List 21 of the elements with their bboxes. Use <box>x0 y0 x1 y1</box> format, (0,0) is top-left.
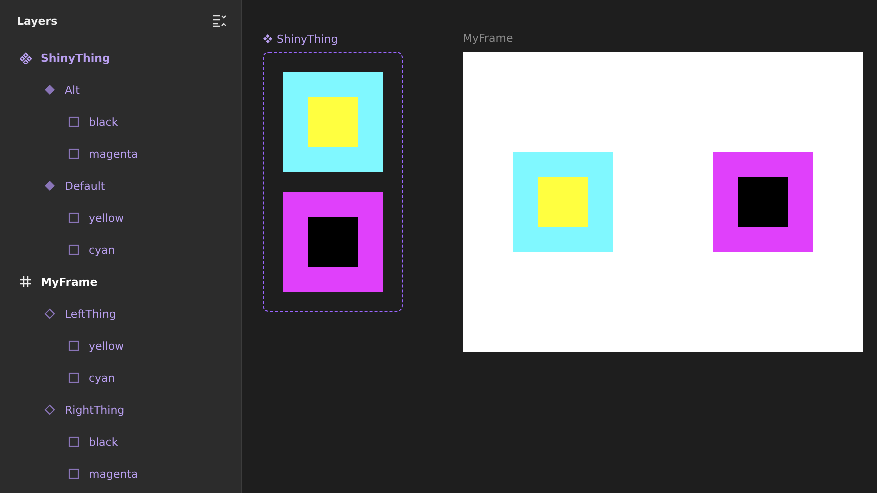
panel-title: Layers <box>17 14 58 28</box>
layer-row[interactable]: Alt <box>0 74 241 106</box>
component-icon <box>263 34 273 44</box>
component-set-label[interactable]: ShinyThing <box>277 32 338 46</box>
layer-row[interactable]: ShinyThing <box>0 42 241 74</box>
layer-row[interactable]: MyFrame <box>0 266 241 298</box>
layer-row[interactable]: yellow <box>0 330 241 362</box>
layer-row[interactable]: black <box>0 106 241 138</box>
layer-row[interactable]: yellow <box>0 202 241 234</box>
frame-label[interactable]: MyFrame <box>463 32 863 46</box>
frame-artboard[interactable] <box>463 52 863 352</box>
collapse-all-icon[interactable] <box>213 15 227 27</box>
layer-row[interactable]: magenta <box>0 138 241 170</box>
layer-row[interactable]: Default <box>0 170 241 202</box>
layer-row[interactable]: black <box>0 426 241 458</box>
layer-row[interactable]: RightThing <box>0 394 241 426</box>
layer-row[interactable]: LeftThing <box>0 298 241 330</box>
component-set-frame[interactable] <box>263 52 403 312</box>
layer-row[interactable]: cyan <box>0 362 241 394</box>
layer-row[interactable]: cyan <box>0 234 241 266</box>
layer-row[interactable]: magenta <box>0 458 241 490</box>
